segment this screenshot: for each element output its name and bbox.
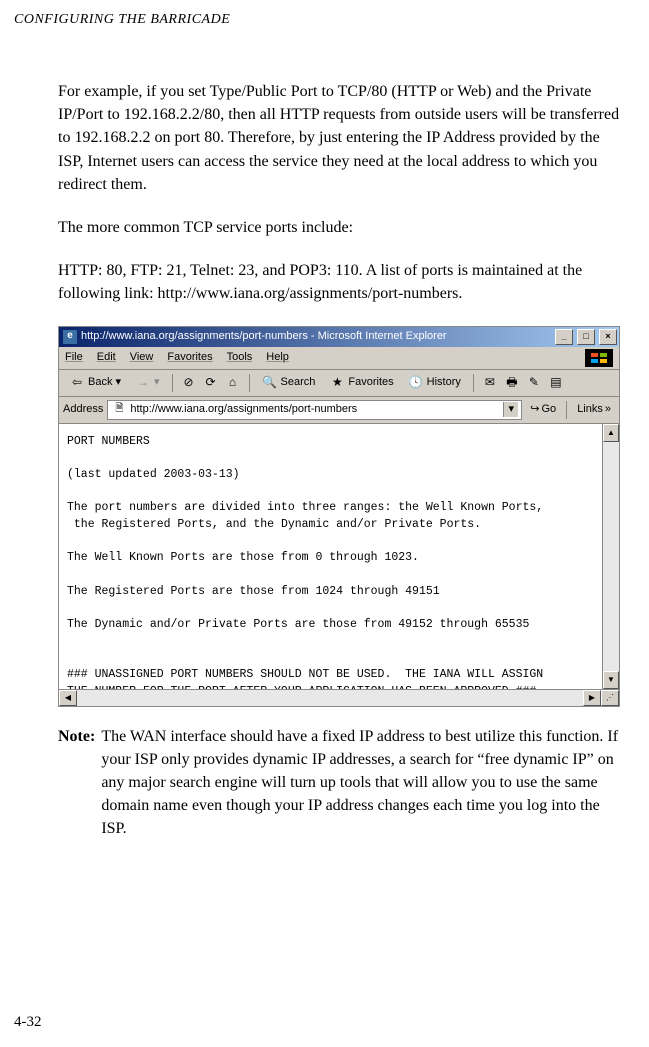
forward-arrow-icon: →	[135, 375, 151, 391]
history-icon: 🕓	[408, 375, 424, 391]
menu-edit[interactable]: Edit	[97, 350, 116, 366]
home-icon[interactable]: ⌂	[225, 375, 241, 391]
menu-tools[interactable]: Tools	[227, 350, 253, 366]
browser-screenshot: e http://www.iana.org/assignments/port-n…	[58, 326, 620, 707]
go-icon: ↪	[530, 402, 539, 418]
go-button[interactable]: ↪ Go	[526, 401, 560, 419]
paragraph-2: The more common TCP service ports includ…	[58, 216, 629, 239]
address-dropdown-icon[interactable]: ▾	[503, 402, 518, 418]
history-label: History	[427, 375, 461, 391]
scroll-track-h[interactable]	[77, 690, 583, 706]
browser-body: PORT NUMBERS (last updated 2003-03-13) T…	[59, 424, 619, 689]
search-label: Search	[281, 375, 316, 391]
toolbar: ⇦ Back ▾ → ▾ ⊘ ⟳ ⌂ 🔍 Search ★ Favorites	[59, 370, 619, 397]
note-text: The WAN interface should have a fixed IP…	[101, 725, 629, 841]
page-number: 4-32	[14, 1014, 42, 1031]
menu-favorites[interactable]: Favorites	[167, 350, 212, 366]
favorites-label: Favorites	[348, 375, 393, 391]
back-arrow-icon: ⇦	[69, 375, 85, 391]
menu-view[interactable]: View	[130, 350, 154, 366]
discuss-icon[interactable]: ▤	[548, 375, 564, 391]
toolbar-separator-2	[249, 374, 250, 392]
vertical-scrollbar[interactable]: ▲ ▼	[602, 424, 619, 689]
horizontal-scrollbar[interactable]: ◀ ▶ ⋰	[59, 689, 619, 706]
forward-dropdown-icon: ▾	[154, 375, 160, 391]
refresh-icon[interactable]: ⟳	[203, 375, 219, 391]
main-content: For example, if you set Type/Public Port…	[0, 28, 649, 840]
resize-grip-icon: ⋰	[601, 690, 619, 706]
links-label: Links	[577, 402, 603, 418]
scroll-down-icon[interactable]: ▼	[603, 671, 619, 689]
ie-icon: e	[63, 330, 77, 344]
toolbar-separator	[172, 374, 173, 392]
edit-icon[interactable]: ✎	[526, 375, 542, 391]
back-dropdown-icon: ▾	[115, 375, 121, 391]
forward-button[interactable]: → ▾	[131, 374, 164, 392]
scroll-up-icon[interactable]: ▲	[603, 424, 619, 442]
page-content: PORT NUMBERS (last updated 2003-03-13) T…	[59, 424, 602, 689]
go-label: Go	[542, 402, 557, 418]
back-button[interactable]: ⇦ Back ▾	[65, 374, 125, 392]
paragraph-1: For example, if you set Type/Public Port…	[58, 80, 629, 196]
search-icon: 🔍	[262, 375, 278, 391]
back-label: Back	[88, 375, 112, 391]
search-button[interactable]: 🔍 Search	[258, 374, 320, 392]
menu-file[interactable]: File	[65, 350, 83, 366]
close-button[interactable]: ×	[599, 329, 617, 345]
scroll-track[interactable]	[603, 442, 619, 671]
minimize-button[interactable]: _	[555, 329, 573, 345]
menu-help[interactable]: Help	[266, 350, 289, 366]
scroll-left-icon[interactable]: ◀	[59, 690, 77, 706]
page-icon: 🗎	[111, 402, 127, 418]
windows-flag-icon	[585, 349, 613, 367]
address-value: http://www.iana.org/assignments/port-num…	[130, 402, 498, 418]
mail-icon[interactable]: ✉	[482, 375, 498, 391]
scroll-right-icon[interactable]: ▶	[583, 690, 601, 706]
address-input[interactable]: 🗎 http://www.iana.org/assignments/port-n…	[107, 400, 522, 420]
page-header: CONFIGURING THE BARRICADE	[0, 0, 649, 28]
links-button[interactable]: Links »	[573, 401, 615, 419]
addressbar: Address 🗎 http://www.iana.org/assignment…	[59, 397, 619, 424]
menubar: File Edit View Favorites Tools Help	[59, 347, 619, 370]
favorites-icon: ★	[329, 375, 345, 391]
address-label: Address	[63, 402, 103, 418]
stop-icon[interactable]: ⊘	[181, 375, 197, 391]
note-label: Note:	[58, 725, 95, 841]
maximize-button[interactable]: □	[577, 329, 595, 345]
paragraph-3: HTTP: 80, FTP: 21, Telnet: 23, and POP3:…	[58, 259, 629, 305]
history-button[interactable]: 🕓 History	[404, 374, 465, 392]
toolbar-separator-3	[473, 374, 474, 392]
print-icon[interactable]: 🖶	[504, 375, 520, 391]
note-block: Note: The WAN interface should have a fi…	[58, 725, 629, 841]
addressbar-separator	[566, 401, 567, 419]
window-title: http://www.iana.org/assignments/port-num…	[81, 329, 551, 345]
favorites-button[interactable]: ★ Favorites	[325, 374, 397, 392]
links-chevron-icon: »	[605, 402, 611, 418]
titlebar: e http://www.iana.org/assignments/port-n…	[59, 327, 619, 347]
